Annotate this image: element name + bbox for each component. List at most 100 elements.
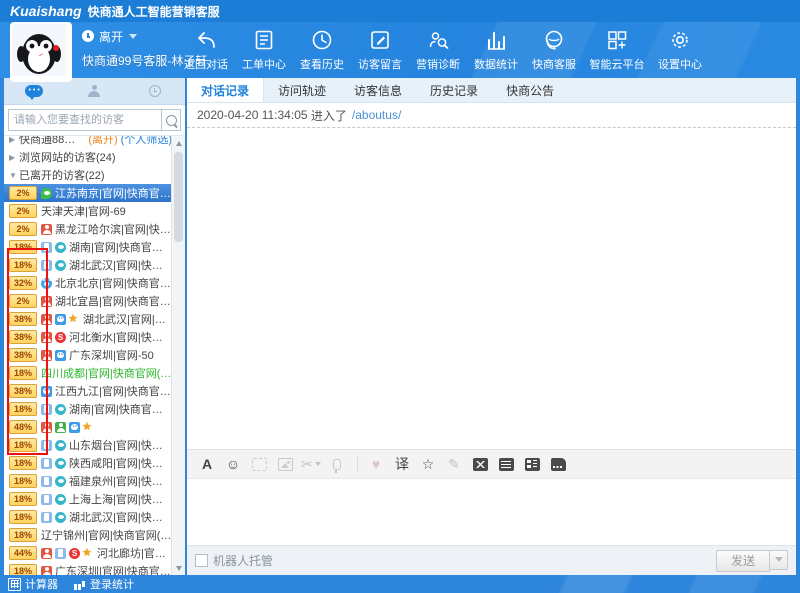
event-timestamp: 2020-04-20 11:34:05	[197, 108, 308, 122]
star-icon[interactable]: ☆	[416, 454, 440, 474]
scroll-up-button[interactable]	[172, 136, 185, 150]
expand-arrow-icon[interactable]: ▶	[9, 136, 19, 144]
group-row[interactable]: ▼已离开的访客(22)	[4, 166, 172, 184]
envelope-icon[interactable]	[468, 454, 492, 474]
nav-visitor-message[interactable]: 访客留言	[354, 24, 406, 76]
header: 离开 快商通99号客服-林子轩 返回对话工单中心查看历史访客留言营销诊断数据统计…	[0, 22, 800, 78]
scroll-down-button[interactable]	[172, 561, 185, 575]
visitor-row[interactable]: 18%辽宁锦州|官网|快商官网(不准测试)-57	[4, 526, 172, 544]
intent-percent-badge: 2%	[9, 294, 37, 308]
scrollbar-thumb[interactable]	[174, 152, 183, 242]
intent-percent-badge: 18%	[9, 456, 37, 470]
cloud-platform-icon	[605, 28, 629, 52]
main-tab-4[interactable]: 快商公告	[492, 78, 568, 102]
visitor-row[interactable]: 18%陕西咸阳|官网|快商官方网站...	[4, 454, 172, 472]
intent-percent-badge: 18%	[9, 240, 37, 254]
intent-percent-badge: 2%	[9, 204, 37, 218]
visitor-row[interactable]: 18%山东烟台|官网|快商官方网站...	[4, 436, 172, 454]
visitor-row[interactable]: 48%	[4, 418, 172, 436]
microphone-icon[interactable]	[325, 454, 349, 474]
visitor-row[interactable]: 2% 天津天津|官网-69	[4, 202, 172, 220]
visitor-row[interactable]: 18%湖南|官网|快商官方网站(不...	[4, 400, 172, 418]
visitor-row[interactable]: 38%湖北武汉|官网|快商官网...	[4, 310, 172, 328]
visitor-row[interactable]: 44%河北廊坊|官网-63	[4, 544, 172, 562]
expand-arrow-icon[interactable]: ▶	[9, 153, 19, 162]
visitor-row[interactable]: 38%河北衡水|官网|快商官网(不...	[4, 328, 172, 346]
screenshot-icon[interactable]	[247, 454, 271, 474]
visitor-row[interactable]: 18%广东深圳|官网|快商官网(不准测...	[4, 562, 172, 575]
nav-view-history[interactable]: 查看历史	[296, 24, 348, 76]
visitor-row[interactable]: 18%湖北武汉|官网|快商官方网站...	[4, 256, 172, 274]
return-chat-icon	[194, 28, 218, 52]
footer-label: 登录统计	[90, 576, 134, 592]
nav-kuaishang-service[interactable]: 快商客服	[528, 24, 580, 76]
message-input[interactable]	[187, 479, 796, 545]
list-icon[interactable]	[520, 454, 544, 474]
search-input[interactable]	[8, 109, 162, 131]
nav-cloud-platform[interactable]: 智能云平台	[586, 24, 648, 76]
toolbar-divider	[357, 457, 358, 471]
visitor-row-label: 湖北武汉|官网|快商官方网站...	[69, 257, 172, 273]
visitor-row[interactable]: 38%广东深圳|官网-50	[4, 346, 172, 364]
visitor-row[interactable]: 18%上海上海|官网|快商官方网站...	[4, 490, 172, 508]
emoji-icon[interactable]: ☺	[221, 454, 245, 474]
nav-data-statistics[interactable]: 数据统计	[470, 24, 522, 76]
visitor-row-label: 上海上海|官网|快商官方网站...	[69, 491, 172, 507]
visitor-row[interactable]: 2% 黑龙江哈尔滨|官网|快商官网(...	[4, 220, 172, 238]
main-tab-3[interactable]: 历史记录	[416, 78, 492, 102]
intent-percent-badge: 2%	[9, 222, 37, 236]
chevron-down-icon	[129, 34, 137, 39]
document-icon[interactable]	[546, 454, 570, 474]
main-tab-1[interactable]: 访问轨迹	[264, 78, 340, 102]
nav-return-chat[interactable]: 返回对话	[180, 24, 232, 76]
group-label: 已离开的访客(22)	[19, 167, 105, 183]
tab-history[interactable]	[135, 80, 175, 102]
chat-icon	[55, 458, 66, 469]
footer-calculator[interactable]: 计算器	[8, 576, 58, 592]
visitor-row[interactable]: 18%四川成都|官网|快商官网(不准测试)-68	[4, 364, 172, 382]
send-button[interactable]: 发送	[716, 550, 770, 572]
main-tab-2[interactable]: 访客信息	[340, 78, 416, 102]
heart-icon: ♥	[364, 454, 388, 474]
main-tab-0[interactable]: 对话记录	[187, 78, 264, 102]
image-icon[interactable]	[273, 454, 297, 474]
status-away-icon	[82, 30, 94, 42]
crown-icon	[69, 314, 80, 325]
visitor-row-label: 山东烟台|官网|快商官方网站...	[69, 437, 172, 453]
search-button[interactable]	[162, 109, 181, 131]
nav-settings-center[interactable]: 设置中心	[654, 24, 706, 76]
sidebar-tabs	[4, 78, 185, 105]
visitor-row[interactable]: 2%湖北宜昌|官网|快商官网(不准测...	[4, 292, 172, 310]
translate-icon[interactable]: 译	[390, 454, 414, 474]
sina-icon	[69, 548, 80, 559]
visitor-row-label: 黑龙江哈尔滨|官网|快商官网(...	[55, 221, 172, 237]
agent-row[interactable]: ▶快商通88号客服-林羽(离开)(个人筛选)	[4, 136, 172, 148]
data-statistics-icon	[484, 28, 508, 52]
visitor-row[interactable]: 18%福建泉州|官网|快商官方网站...	[4, 472, 172, 490]
avatar[interactable]	[10, 22, 72, 82]
form-icon[interactable]	[494, 454, 518, 474]
group-row[interactable]: ▶浏览网站的访客(24)	[4, 148, 172, 166]
visitor-row[interactable]: 38%江西九江|官网|快商官网(不准测...	[4, 382, 172, 400]
visited-page-link[interactable]: /aboutus/	[352, 108, 401, 122]
scissors-icon: ✂	[299, 454, 323, 474]
visitor-row[interactable]: 32%北京北京|官网|快商官网(不准测...	[4, 274, 172, 292]
nav-label: 智能云平台	[590, 56, 645, 72]
footer-login-statistics[interactable]: 登录统计	[74, 576, 134, 592]
send-options-button[interactable]	[770, 550, 788, 570]
expand-arrow-icon[interactable]: ▼	[9, 171, 19, 180]
chat-icon	[55, 260, 66, 271]
nav-work-order[interactable]: 工单中心	[238, 24, 290, 76]
tab-chat[interactable]	[14, 80, 54, 102]
chat-icon	[55, 440, 66, 451]
visitor-row[interactable]: 18%湖南|官网|快商官方网站(不...	[4, 238, 172, 256]
font-icon[interactable]: A	[195, 454, 219, 474]
visitor-row[interactable]: 2%江苏南京|官网|快商官网(不准测...	[4, 184, 172, 202]
sidebar-scrollbar[interactable]	[171, 136, 185, 575]
personal-filter-link[interactable]: (个人筛选)	[121, 136, 172, 147]
tab-contacts[interactable]	[74, 80, 114, 102]
visitor-row-label: 天津天津|官网-69	[41, 203, 126, 219]
nav-marketing-diagnosis[interactable]: 营销诊断	[412, 24, 464, 76]
visitor-row[interactable]: 18%湖北武汉|官网|快商官方网站...	[4, 508, 172, 526]
robot-checkbox[interactable]	[195, 554, 208, 567]
